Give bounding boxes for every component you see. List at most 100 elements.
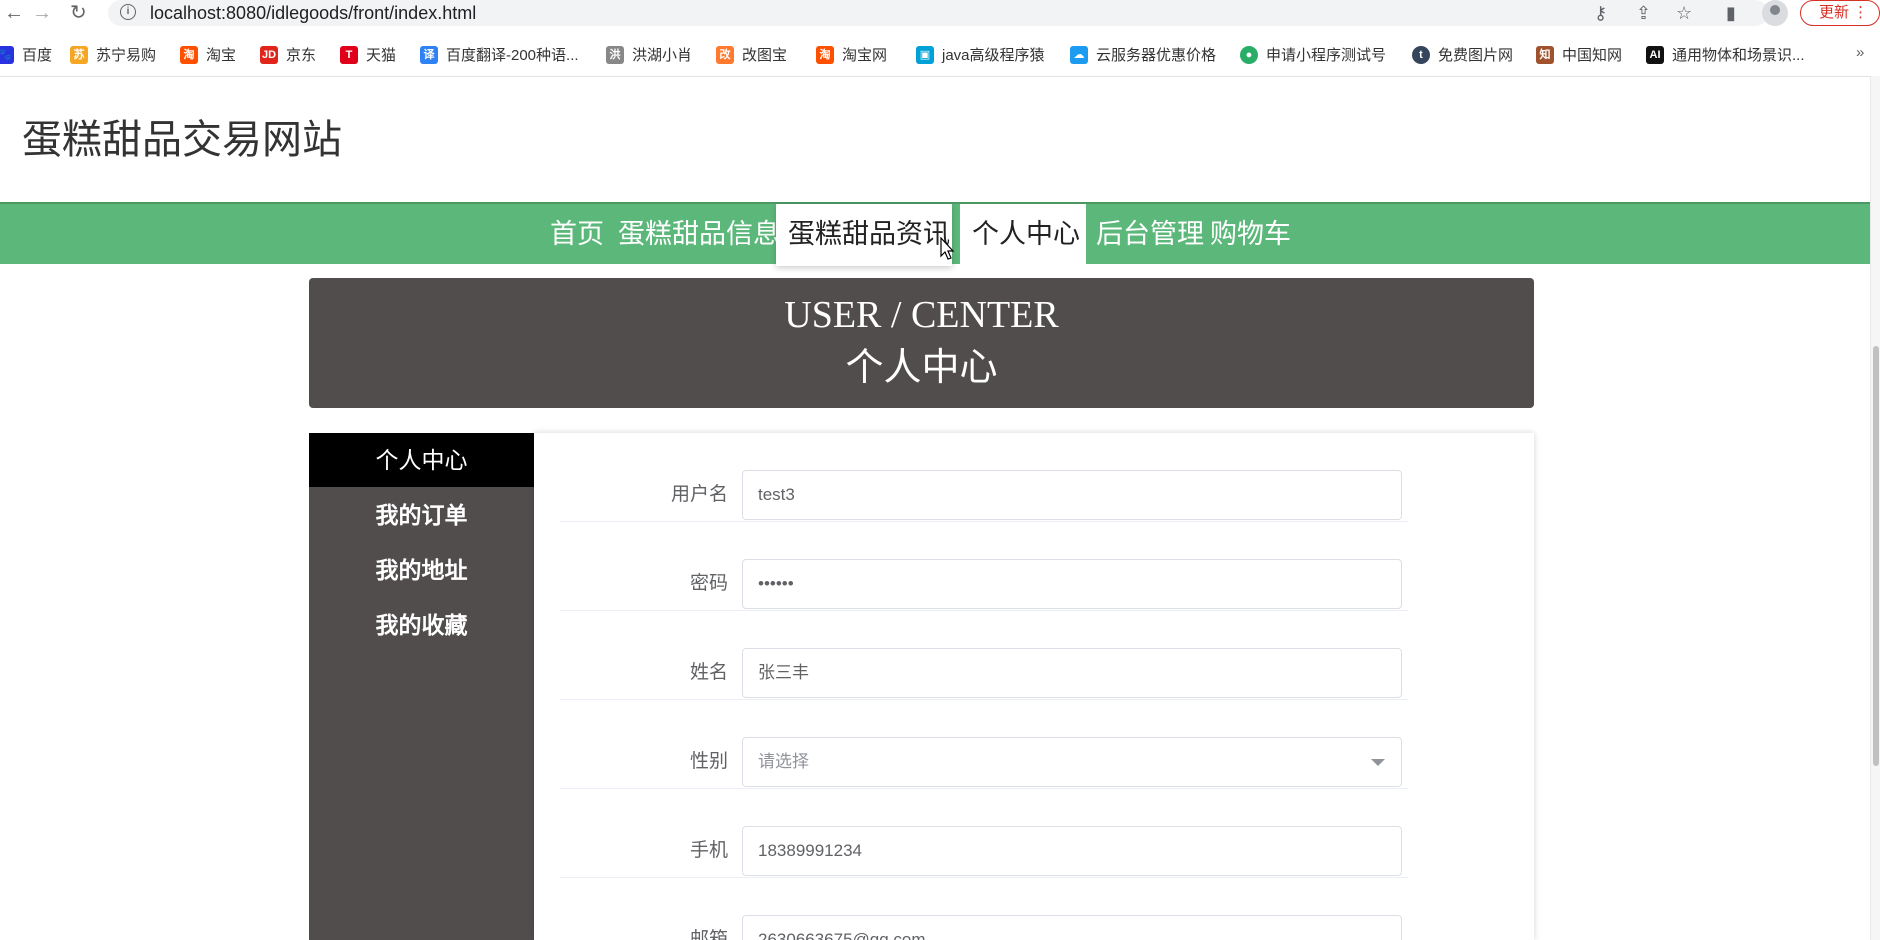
bookmark-label: 淘宝 — [206, 47, 237, 64]
form-row-email: 邮箱 2630663675@qq.com — [560, 878, 1408, 940]
sidebar-item-user-center[interactable]: 个人中心 — [309, 433, 534, 487]
bookmark-label: 洪湖小肖 — [632, 47, 693, 64]
bookmarks-bar: 🐾 百度 苏苏宁易购 淘淘宝 JD 京东 T 天猫 译百度翻译-200种语... 洪洪… — [0, 40, 1880, 68]
page-scrollbar[interactable] — [1870, 76, 1880, 940]
banner-title-zh: 个人中心 — [845, 347, 998, 389]
password-label: 密码 — [689, 573, 728, 594]
user-sidebar: 个人中心 我的订单 我的地址 我的收藏 — [309, 433, 534, 940]
bookmark-favicon-icon: 译 — [420, 45, 438, 64]
bookmark-label: 通用物体和场景识... — [1672, 47, 1805, 64]
bookmark-favicon-icon: AI — [1646, 45, 1664, 64]
bookmark-item[interactable]: AI 通用物体和场景识... — [1646, 44, 1805, 65]
site-info-icon[interactable]: i — [120, 4, 136, 20]
bookmark-item[interactable]: 洪洪湖小肖 — [606, 44, 692, 65]
bookmark-label: 淘宝网 — [842, 47, 888, 64]
bookmark-label: 百度翻译-200种语... — [446, 47, 579, 64]
profile-form: 用户名 test3 密码 •••••• 姓名 张三丰 性别 请选择 手机 183… — [534, 433, 1534, 940]
nav-item-cake-news[interactable]: 蛋糕甜品资讯 — [776, 204, 952, 266]
bookmark-label: 云服务器优惠价格 — [1096, 47, 1217, 64]
bookmark-favicon-icon: t — [1412, 45, 1430, 64]
bookmark-favicon-icon: 淘 — [180, 45, 198, 64]
bookmark-favicon-icon: 知 — [1536, 45, 1554, 64]
bookmark-label: java高级程序猿 — [942, 47, 1045, 64]
reload-icon[interactable]: ↻ — [70, 2, 87, 24]
bookmark-label: 改图宝 — [742, 47, 788, 64]
bookmark-item[interactable]: t 免费图片网 — [1412, 44, 1513, 65]
email-input[interactable]: 2630663675@qq.com — [742, 915, 1402, 940]
site-title: 蛋糕甜品交易网站 — [22, 118, 342, 162]
bookmark-item[interactable]: 苏苏宁易购 — [70, 44, 156, 65]
bookmark-label: 中国知网 — [1562, 47, 1623, 64]
profile-avatar[interactable] — [1762, 0, 1788, 26]
nav-item-user-center[interactable]: 个人中心 — [960, 204, 1086, 266]
more-bookmarks-icon[interactable]: » — [1856, 44, 1864, 61]
form-row-name: 姓名 张三丰 — [560, 611, 1408, 700]
bookmark-label: 天猫 — [366, 47, 397, 64]
bookmark-label: 申请小程序测试号 — [1266, 47, 1387, 64]
forward-arrow-icon[interactable]: → — [32, 2, 52, 24]
nav-item-admin[interactable]: 后台管理 — [1096, 204, 1204, 266]
email-label: 邮箱 — [689, 929, 728, 940]
bookmark-item[interactable]: ☁ 云服务器优惠价格 — [1070, 44, 1216, 65]
browser-toolbar: ← → ↻ i localhost:8080/idlegoods/front/i… — [0, 0, 1880, 26]
phone-input[interactable]: 18389991234 — [742, 826, 1402, 876]
bookmark-item[interactable]: 译百度翻译-200种语... — [420, 44, 579, 65]
bookmark-item[interactable]: JD 京东 — [260, 44, 316, 65]
form-row-gender: 性别 请选择 — [560, 700, 1408, 789]
gender-label: 性别 — [689, 751, 728, 772]
bookmark-item[interactable]: T 天猫 — [340, 44, 396, 65]
bookmark-label: 免费图片网 — [1438, 47, 1514, 64]
gender-select-placeholder: 请选择 — [758, 752, 809, 771]
key-icon[interactable]: ⚷ — [1594, 2, 1607, 24]
username-input[interactable]: test3 — [742, 470, 1402, 520]
gender-select[interactable]: 请选择 — [742, 737, 1402, 787]
bookmark-favicon-icon: 淘 — [816, 45, 834, 64]
update-button[interactable]: 更新 ⋮ — [1800, 0, 1880, 26]
bookmark-favicon-icon: ● — [1240, 45, 1258, 64]
username-label: 用户名 — [670, 484, 728, 505]
bookmark-item[interactable]: 🐾 百度 — [0, 44, 52, 65]
bookmark-item[interactable]: 知中国知网 — [1536, 44, 1622, 65]
nav-item-cake-info[interactable]: 蛋糕甜品信息 — [618, 204, 780, 266]
bookmark-item[interactable]: 改改图宝 — [716, 44, 787, 65]
bookmark-favicon-icon: JD — [260, 45, 278, 64]
nav-item-home[interactable]: 首页 — [550, 204, 604, 266]
bookmark-item[interactable]: ▣ java高级程序猿 — [916, 44, 1045, 65]
sidebar-item-my-orders[interactable]: 我的订单 — [309, 488, 534, 542]
name-input[interactable]: 张三丰 — [742, 648, 1402, 698]
url-text[interactable]: localhost:8080/idlegoods/front/index.htm… — [150, 2, 476, 24]
sidebar-item-my-addresses[interactable]: 我的地址 — [309, 543, 534, 597]
bookmark-favicon-icon: 苏 — [70, 45, 88, 64]
form-row-password: 密码 •••••• — [560, 522, 1408, 611]
bookmark-item[interactable]: ● 申请小程序测试号 — [1240, 44, 1386, 65]
bookmark-favicon-icon: 改 — [716, 45, 734, 64]
phone-label: 手机 — [689, 840, 728, 861]
bookmark-item[interactable]: 淘淘宝网 — [816, 44, 887, 65]
bookmark-item[interactable]: 淘淘宝 — [180, 44, 236, 65]
share-icon[interactable]: ⇪ — [1636, 2, 1651, 24]
chevron-down-icon — [1371, 759, 1385, 766]
main-nav: 首页 蛋糕甜品信息 蛋糕甜品资讯 个人中心 后台管理 购物车 — [0, 202, 1870, 266]
address-bar[interactable]: i localhost:8080/idlegoods/front/index.h… — [108, 0, 1768, 26]
back-arrow-icon[interactable]: ← — [4, 2, 24, 24]
star-icon[interactable]: ☆ — [1676, 2, 1692, 24]
bookmark-label: 京东 — [286, 47, 317, 64]
sidebar-item-my-favorites[interactable]: 我的收藏 — [309, 598, 534, 652]
password-input[interactable]: •••••• — [742, 559, 1402, 609]
side-panel-icon[interactable]: ▮ — [1726, 2, 1736, 24]
bookmark-favicon-icon: 🐾 — [0, 45, 14, 64]
scrollbar-thumb[interactable] — [1873, 346, 1879, 766]
nav-item-cart[interactable]: 购物车 — [1210, 204, 1291, 266]
form-row-phone: 手机 18389991234 — [560, 789, 1408, 878]
update-label: 更新 — [1819, 4, 1850, 21]
name-label: 姓名 — [689, 662, 728, 683]
mouse-cursor-icon — [940, 237, 955, 260]
bookmark-label: 苏宁易购 — [96, 47, 157, 64]
page-banner: USER / CENTER 个人中心 — [309, 278, 1534, 408]
bookmark-favicon-icon: ☁ — [1070, 45, 1088, 64]
bookmark-label: 百度 — [22, 47, 53, 64]
toolbar-divider — [0, 76, 1870, 77]
form-row-username: 用户名 test3 — [560, 433, 1408, 522]
bookmark-favicon-icon: 洪 — [606, 45, 624, 64]
bookmark-favicon-icon: T — [340, 45, 358, 64]
